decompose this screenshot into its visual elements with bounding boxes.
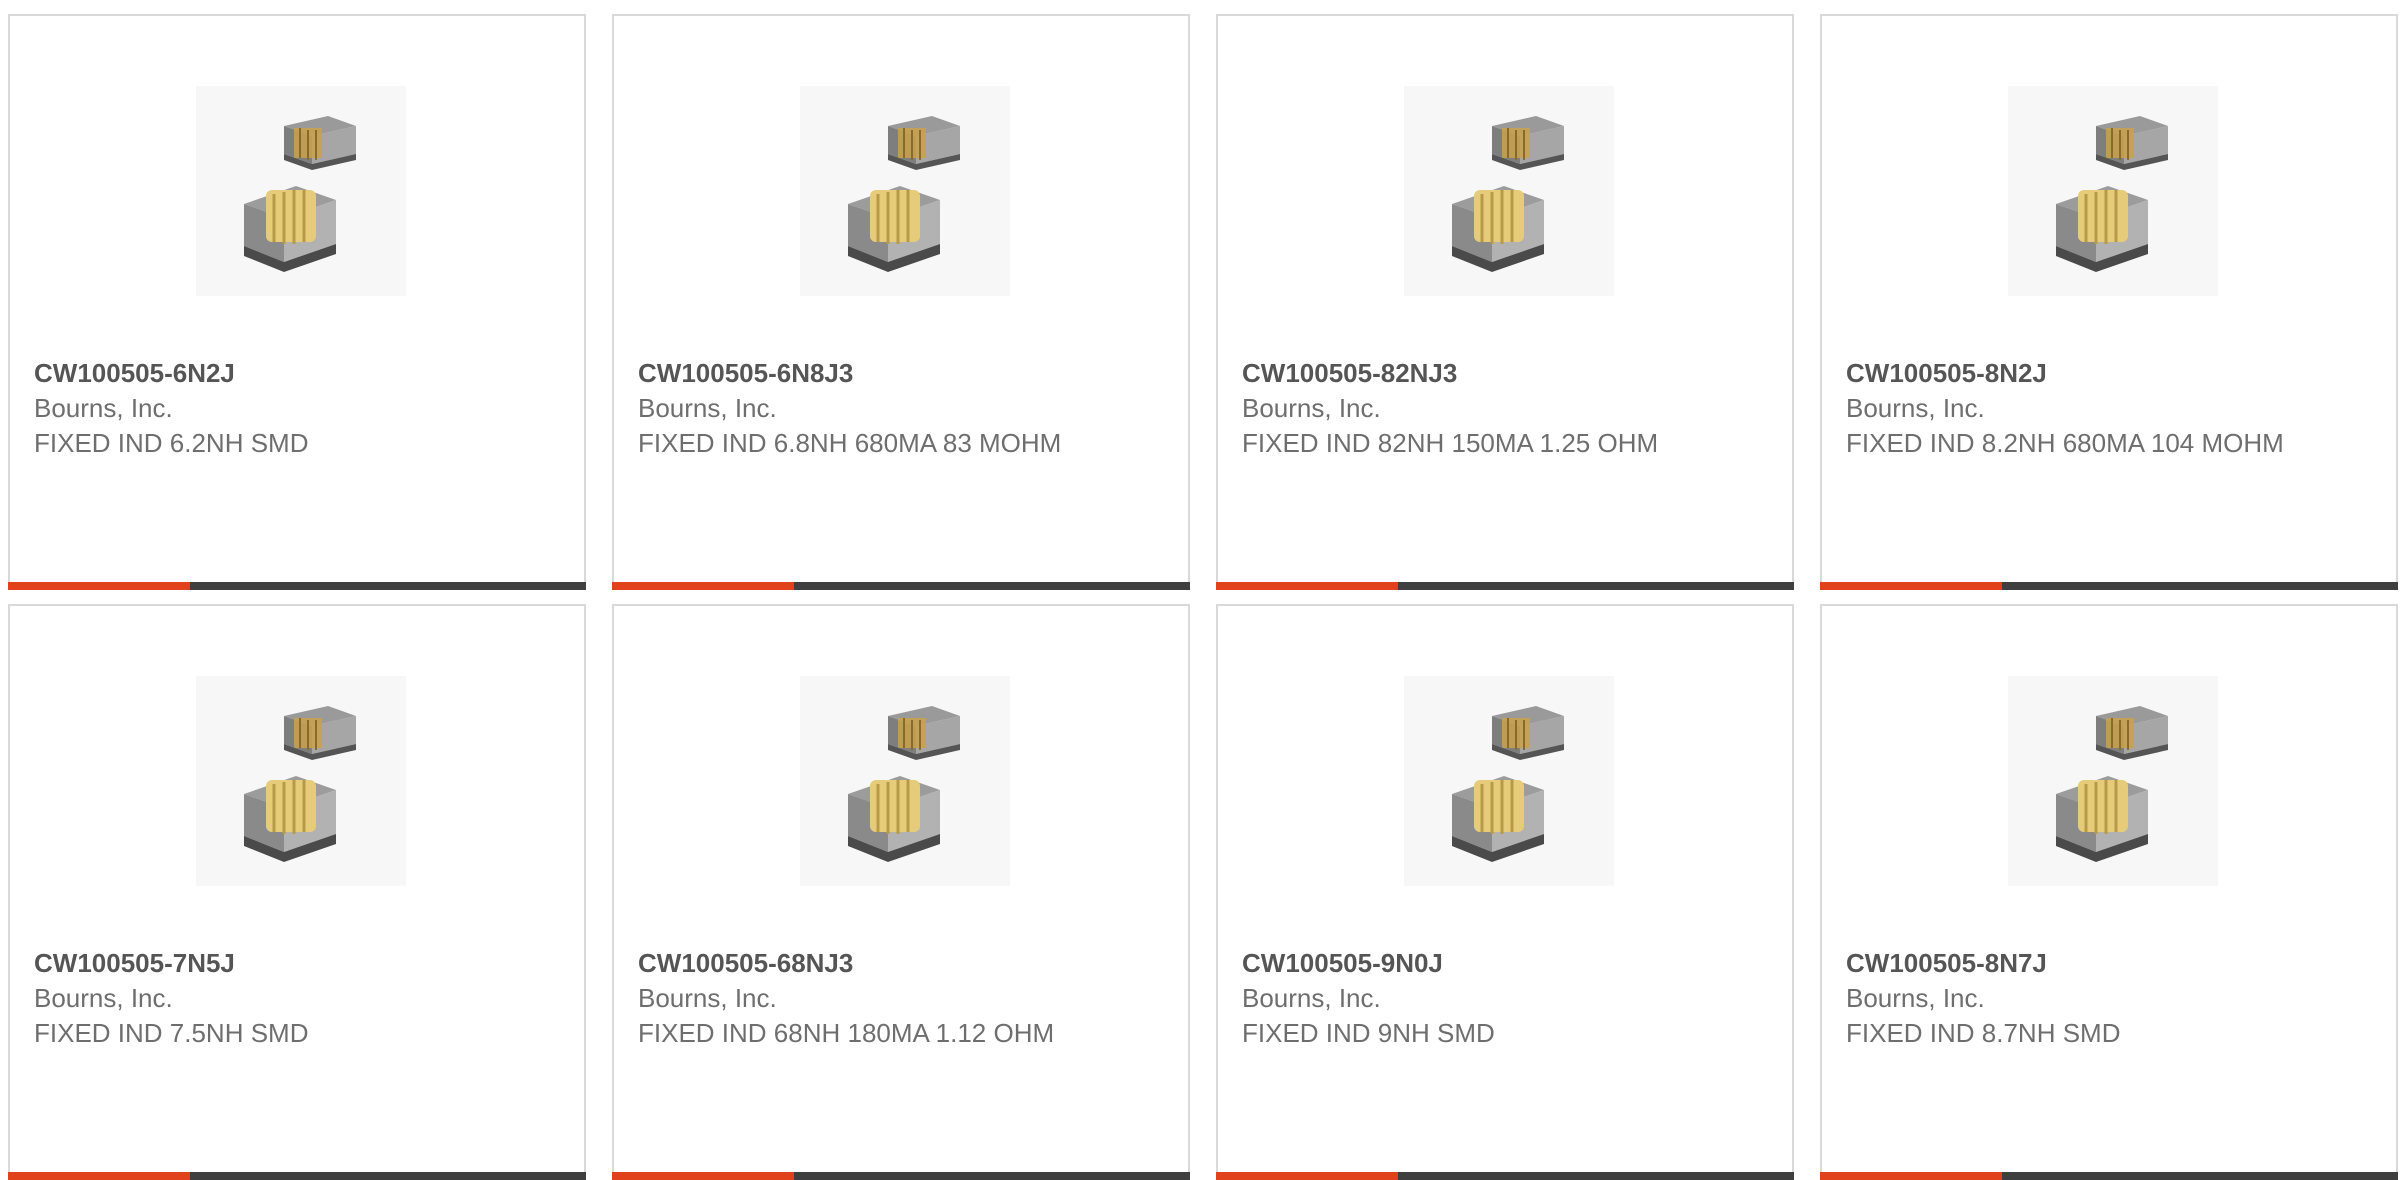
product-info: CW100505-82NJ3 Bourns, Inc. FIXED IND 82… bbox=[1242, 356, 1712, 461]
smd-inductor-icon bbox=[244, 116, 356, 272]
card-bottom-bar bbox=[1216, 582, 1794, 590]
card-bottom-bar bbox=[612, 1172, 1190, 1180]
card-accent-bar bbox=[1216, 1172, 1398, 1180]
card-bottom-bar bbox=[612, 582, 1190, 590]
card-accent-bar bbox=[612, 1172, 794, 1180]
smd-inductor-icon bbox=[1452, 706, 1564, 862]
product-info: CW100505-8N7J Bourns, Inc. FIXED IND 8.7… bbox=[1846, 946, 2316, 1051]
card-bottom-bar bbox=[1820, 1172, 2398, 1180]
product-info: CW100505-9N0J Bourns, Inc. FIXED IND 9NH… bbox=[1242, 946, 1712, 1051]
product-card[interactable]: CW100505-6N8J3 Bourns, Inc. FIXED IND 6.… bbox=[612, 14, 1190, 590]
card-accent-bar bbox=[8, 1172, 190, 1180]
card-accent-bar bbox=[8, 582, 190, 590]
part-number-link[interactable]: CW100505-9N0J bbox=[1242, 946, 1712, 981]
product-image[interactable] bbox=[800, 86, 1010, 296]
product-card[interactable]: CW100505-6N2J Bourns, Inc. FIXED IND 6.2… bbox=[8, 14, 586, 590]
smd-inductor-icon bbox=[1452, 116, 1564, 272]
card-accent-bar bbox=[612, 582, 794, 590]
product-image[interactable] bbox=[196, 86, 406, 296]
product-image[interactable] bbox=[196, 676, 406, 886]
product-description: FIXED IND 8.2NH 680MA 104 MOHM bbox=[1846, 428, 2284, 458]
product-description: FIXED IND 7.5NH SMD bbox=[34, 1018, 309, 1048]
part-number-link[interactable]: CW100505-8N7J bbox=[1846, 946, 2316, 981]
part-number-link[interactable]: CW100505-6N2J bbox=[34, 356, 504, 391]
product-info: CW100505-7N5J Bourns, Inc. FIXED IND 7.5… bbox=[34, 946, 504, 1051]
product-description: FIXED IND 82NH 150MA 1.25 OHM bbox=[1242, 428, 1659, 458]
manufacturer-name: Bourns, Inc. bbox=[1242, 393, 1381, 423]
card-accent-bar bbox=[1820, 582, 2002, 590]
product-card[interactable]: CW100505-9N0J Bourns, Inc. FIXED IND 9NH… bbox=[1216, 604, 1794, 1180]
product-description: FIXED IND 6.2NH SMD bbox=[34, 428, 309, 458]
manufacturer-name: Bourns, Inc. bbox=[638, 393, 777, 423]
manufacturer-name: Bourns, Inc. bbox=[1846, 393, 1985, 423]
part-number-link[interactable]: CW100505-68NJ3 bbox=[638, 946, 1108, 981]
product-info: CW100505-8N2J Bourns, Inc. FIXED IND 8.2… bbox=[1846, 356, 2316, 461]
product-image[interactable] bbox=[2008, 676, 2218, 886]
product-grid: CW100505-6N2J Bourns, Inc. FIXED IND 6.2… bbox=[8, 14, 2398, 1180]
card-bottom-bar bbox=[1820, 582, 2398, 590]
card-accent-bar bbox=[1216, 582, 1398, 590]
smd-inductor-icon bbox=[2056, 116, 2168, 272]
card-accent-bar bbox=[1820, 1172, 2002, 1180]
smd-inductor-icon bbox=[848, 706, 960, 862]
part-number-link[interactable]: CW100505-82NJ3 bbox=[1242, 356, 1712, 391]
product-card[interactable]: CW100505-8N2J Bourns, Inc. FIXED IND 8.2… bbox=[1820, 14, 2398, 590]
product-image[interactable] bbox=[800, 676, 1010, 886]
product-info: CW100505-6N8J3 Bourns, Inc. FIXED IND 6.… bbox=[638, 356, 1108, 461]
manufacturer-name: Bourns, Inc. bbox=[1242, 983, 1381, 1013]
manufacturer-name: Bourns, Inc. bbox=[638, 983, 777, 1013]
card-bottom-bar bbox=[8, 582, 586, 590]
product-description: FIXED IND 9NH SMD bbox=[1242, 1018, 1495, 1048]
product-image[interactable] bbox=[1404, 86, 1614, 296]
product-image[interactable] bbox=[1404, 676, 1614, 886]
product-card[interactable]: CW100505-68NJ3 Bourns, Inc. FIXED IND 68… bbox=[612, 604, 1190, 1180]
product-card[interactable]: CW100505-82NJ3 Bourns, Inc. FIXED IND 82… bbox=[1216, 14, 1794, 590]
manufacturer-name: Bourns, Inc. bbox=[34, 393, 173, 423]
card-bottom-bar bbox=[1216, 1172, 1794, 1180]
product-info: CW100505-68NJ3 Bourns, Inc. FIXED IND 68… bbox=[638, 946, 1108, 1051]
smd-inductor-icon bbox=[848, 116, 960, 272]
product-description: FIXED IND 8.7NH SMD bbox=[1846, 1018, 2121, 1048]
smd-inductor-icon bbox=[244, 706, 356, 862]
manufacturer-name: Bourns, Inc. bbox=[34, 983, 173, 1013]
product-description: FIXED IND 6.8NH 680MA 83 MOHM bbox=[638, 428, 1062, 458]
product-description: FIXED IND 68NH 180MA 1.12 OHM bbox=[638, 1018, 1055, 1048]
card-bottom-bar bbox=[8, 1172, 586, 1180]
product-card[interactable]: CW100505-7N5J Bourns, Inc. FIXED IND 7.5… bbox=[8, 604, 586, 1180]
product-image[interactable] bbox=[2008, 86, 2218, 296]
product-card[interactable]: CW100505-8N7J Bourns, Inc. FIXED IND 8.7… bbox=[1820, 604, 2398, 1180]
part-number-link[interactable]: CW100505-8N2J bbox=[1846, 356, 2316, 391]
part-number-link[interactable]: CW100505-6N8J3 bbox=[638, 356, 1108, 391]
manufacturer-name: Bourns, Inc. bbox=[1846, 983, 1985, 1013]
smd-inductor-icon bbox=[2056, 706, 2168, 862]
product-info: CW100505-6N2J Bourns, Inc. FIXED IND 6.2… bbox=[34, 356, 504, 461]
part-number-link[interactable]: CW100505-7N5J bbox=[34, 946, 504, 981]
